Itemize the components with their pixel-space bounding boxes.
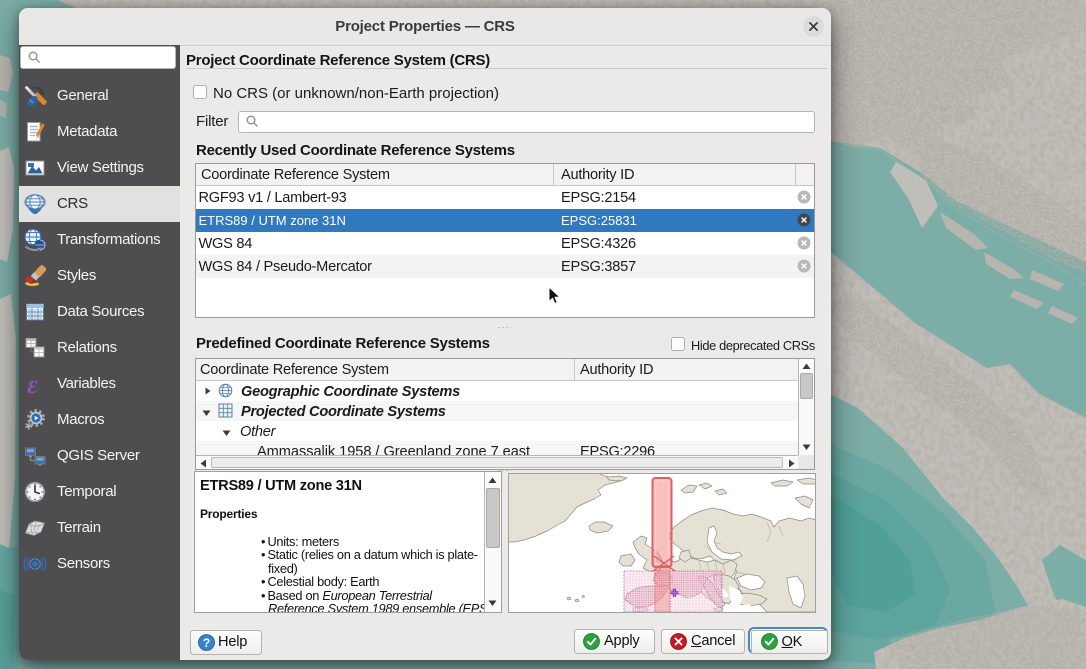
svg-text:?: ? [203,636,210,650]
svg-text:ε: ε [27,372,38,396]
